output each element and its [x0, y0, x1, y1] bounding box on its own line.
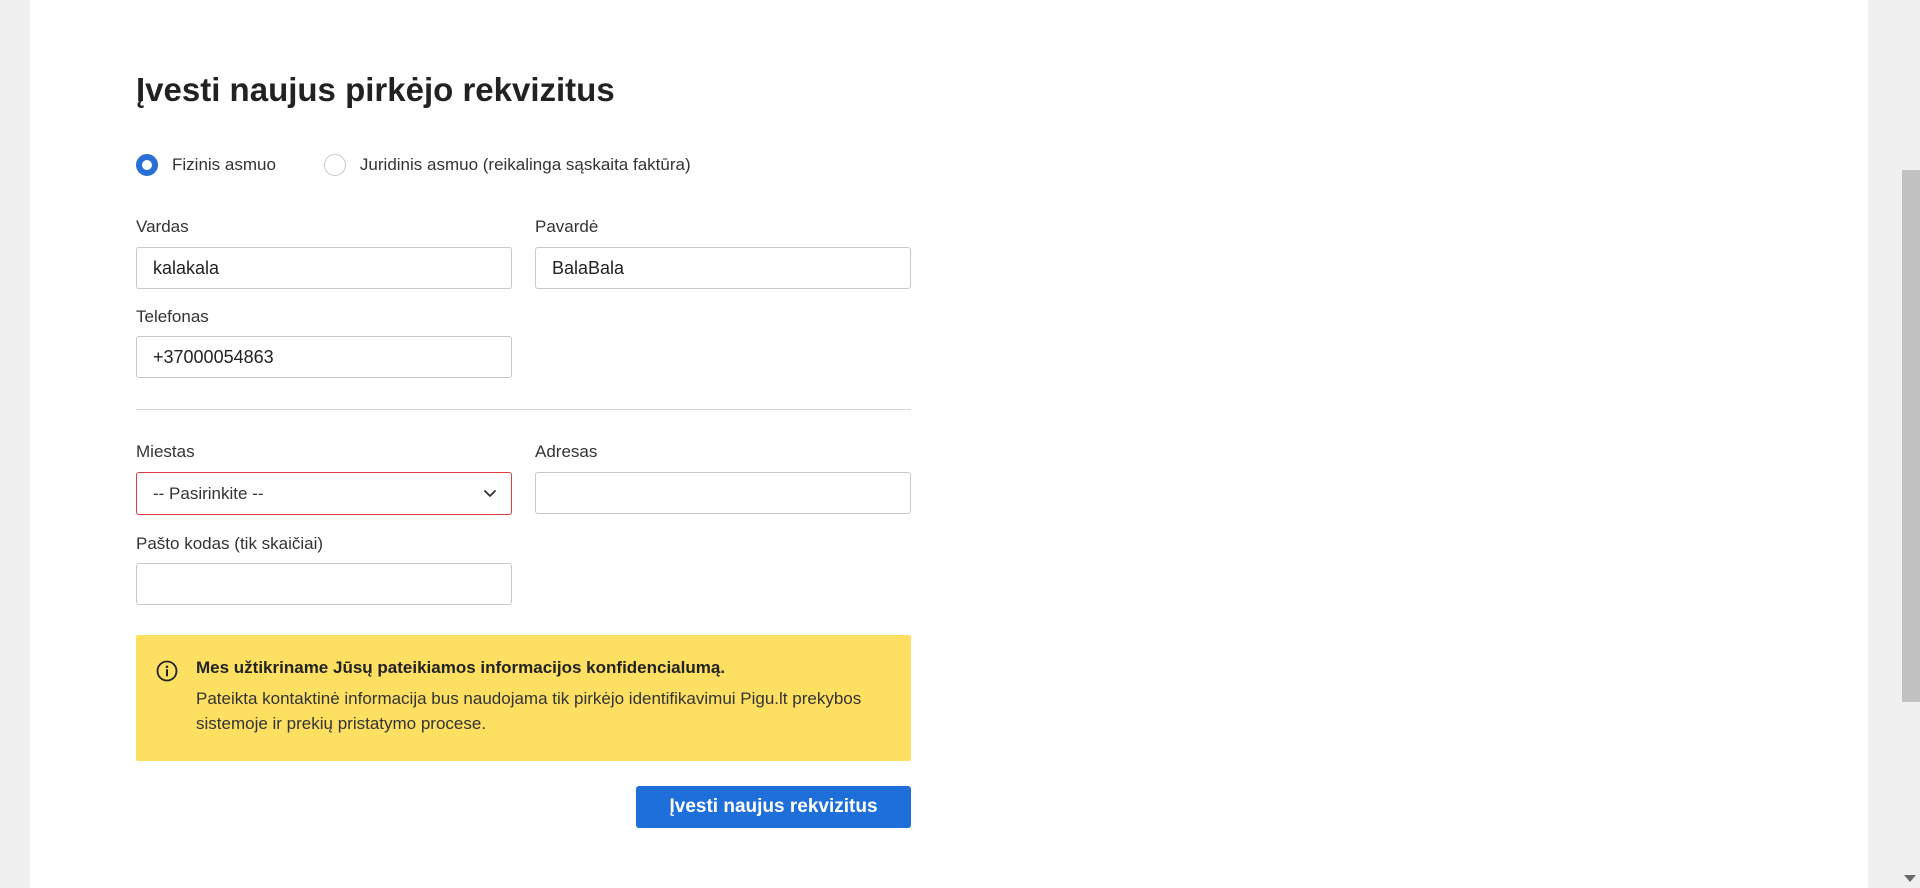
notice-body: Pateikta kontaktinė informacija bus naud… [196, 689, 862, 733]
radio-label-individual: Fizinis asmuo [172, 155, 276, 174]
phone-field[interactable] [136, 336, 512, 378]
last-name-label: Pavardė [535, 217, 599, 236]
radio-label-company: Juridinis asmuo (reikalinga sąskaita fak… [359, 155, 691, 174]
submit-details-button[interactable]: Įvesti naujus rekvizitus [636, 786, 911, 828]
page-title: Įvesti naujus pirkėjo rekvizitus [136, 71, 615, 108]
info-icon [156, 660, 178, 687]
postal-code-field[interactable] [136, 563, 512, 605]
scroll-down-arrow-icon[interactable] [1904, 875, 1916, 882]
radio-option-company[interactable]: Juridinis asmuo (reikalinga sąskaita fak… [323, 154, 691, 176]
address-field[interactable] [535, 472, 911, 514]
address-label: Adresas [535, 442, 598, 461]
privacy-notice: Mes užtikriname Jūsų pateikiamos informa… [136, 635, 911, 761]
first-name-label: Vardas [136, 217, 189, 236]
buyer-type-radio-group: Fizinis asmuo Juridinis asmuo (reikaling… [136, 152, 739, 178]
notice-title: Mes užtikriname Jūsų pateikiamos informa… [196, 658, 726, 677]
radio-option-individual[interactable]: Fizinis asmuo [136, 154, 276, 176]
browser-viewport: Įvesti naujus pirkėjo rekvizitus Fizinis… [0, 0, 1920, 888]
section-divider [136, 409, 911, 410]
city-select-value: -- Pasirinkite -- [153, 483, 264, 503]
first-name-field[interactable] [136, 247, 512, 289]
postal-code-label: Pašto kodas (tik skaičiai) [136, 534, 324, 553]
last-name-field[interactable] [535, 247, 911, 289]
radio-button-company[interactable] [323, 154, 346, 176]
radio-button-individual[interactable] [136, 154, 158, 176]
chevron-down-icon [481, 484, 499, 507]
vertical-scrollbar[interactable] [1868, 0, 1920, 888]
city-select[interactable]: -- Pasirinkite -- [136, 472, 512, 515]
phone-label: Telefonas [136, 307, 209, 326]
page-panel: Įvesti naujus pirkėjo rekvizitus Fizinis… [30, 0, 1868, 888]
scrollbar-thumb[interactable] [1902, 170, 1920, 702]
city-label: Miestas [136, 442, 195, 461]
